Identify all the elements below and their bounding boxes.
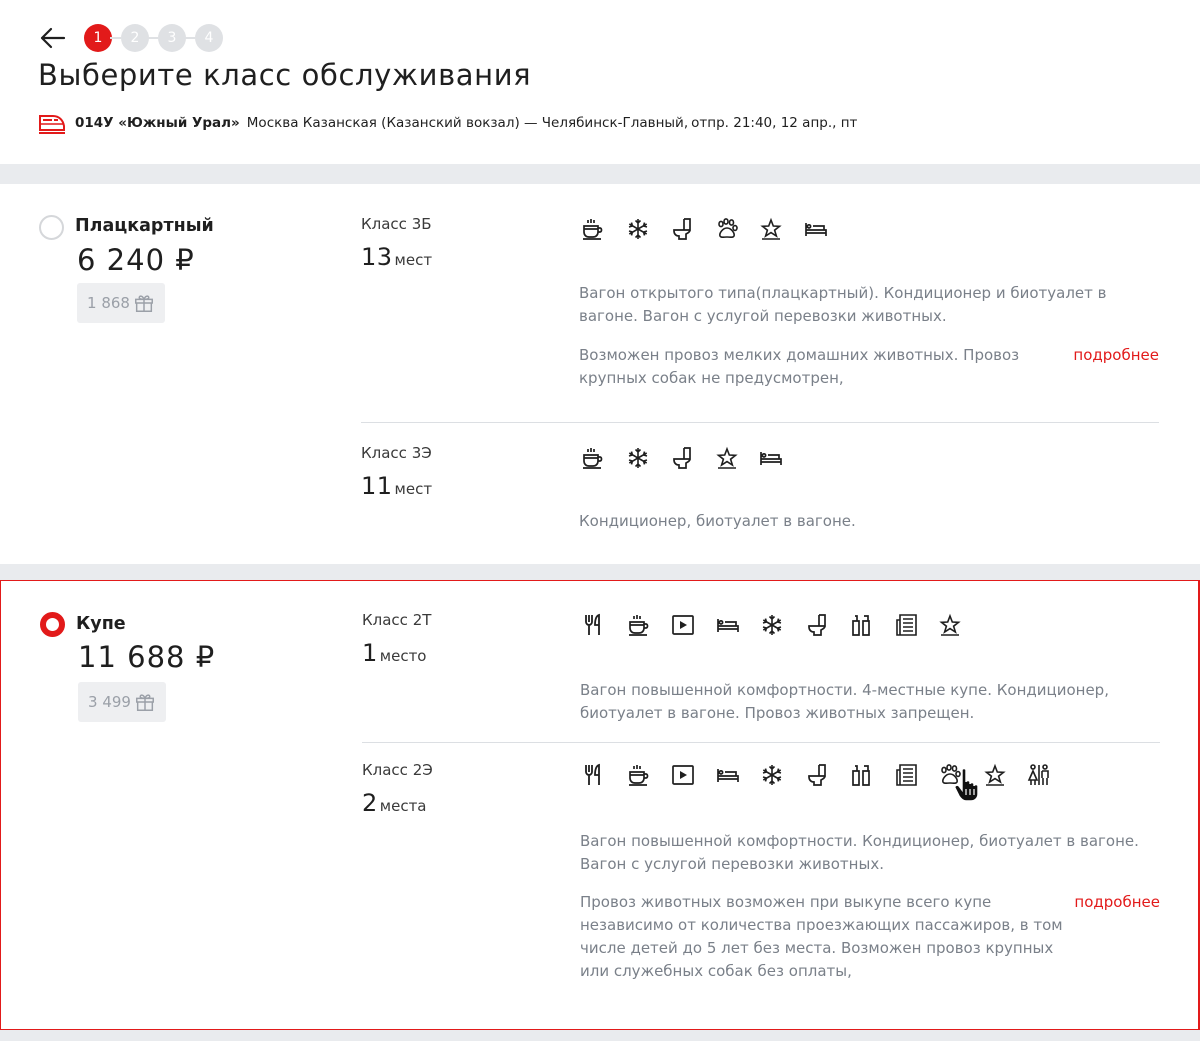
seat-count-unit: места [379,797,427,815]
class-radio-platskart[interactable] [39,215,64,240]
seat-count: 1 место [362,639,427,667]
bed-icon [802,215,830,243]
seat-count-unit: место [379,647,427,665]
train-icon [39,115,65,134]
class-price: 6 240 ₽ [77,243,195,277]
seat-count: 11 мест [361,472,432,500]
class-name: Купе [76,614,126,634]
step-2: 2 [110,24,149,52]
class-card-platskart[interactable]: Плацкартный 6 240 ₽ 1 868 Класс 3Б 13 мес… [0,184,1200,564]
step-indicator: 1 2 3 4 [84,24,232,52]
car-description: Кондиционер, биотуалет в вагоне. [579,512,856,530]
star-icon [981,761,1009,789]
amenity-icons [579,444,802,472]
step-4: 4 [184,24,223,52]
car-option-3b[interactable]: Класс 3Б 13 мест Вагон открытого типа(пла… [361,215,1159,425]
class-radio-kupe[interactable] [40,612,65,637]
section-separator [0,1030,1200,1041]
seat-count-number: 1 [362,639,378,667]
step-3: 3 [147,24,186,52]
seat-count-number: 2 [362,789,378,817]
amenity-icons [580,761,1070,789]
toilet-icon [668,444,696,472]
seat-count: 13 мест [361,243,432,271]
step-1: 1 [84,24,112,52]
car-option-2t[interactable]: Класс 2Т 1 место Вагон повышенной комфорт… [362,611,1160,741]
coffee-icon [579,444,607,472]
class-name: Плацкартный [75,216,214,236]
seat-count-number: 11 [361,472,393,500]
bed-icon [714,611,742,639]
page-title: Выберите класс обслуживания [38,58,532,92]
bonus-value: 1 868 [87,294,130,312]
gender-compartment-icon [1025,761,1053,789]
train-route: Москва Казанская (Казанский вокзал) — Че… [246,115,689,131]
train-number: 014У «Южный Урал» [75,115,240,131]
food-icon [580,611,608,639]
star-icon [936,611,964,639]
seat-count-unit: мест [394,480,433,498]
amenity-icons [580,611,981,639]
car-description: Вагон открытого типа(плацкартный). Конди… [579,284,1107,325]
car-description: Вагон повышенной комфортности. 4-местные… [580,681,1109,722]
food-icon [580,761,608,789]
class-card-kupe[interactable]: Купе 11 688 ₽ 3 499 Класс 2Т 1 место Ваго… [0,580,1200,1030]
video-icon [669,611,697,639]
bonus-points: 3 499 [78,682,166,722]
bed-icon [714,761,742,789]
gift-icon [134,691,156,713]
bonus-points: 1 868 [77,283,165,323]
car-option-2e[interactable]: Класс 2Э 2 места Вагон повышенной комфорт… [362,761,1160,1001]
section-separator [0,564,1200,580]
star-icon [757,215,785,243]
car-divider [362,742,1160,743]
coffee-icon [625,761,653,789]
car-option-3e[interactable]: Класс 3Э 11 мест Кондиционер, биотуалет в… [361,444,1159,544]
star-icon [713,444,741,472]
train-info: 014У «Южный Урал» Москва Казанская (Каза… [38,112,857,134]
coffee-icon [625,611,653,639]
snowflake-icon [624,444,652,472]
gift-icon [133,292,155,314]
car-divider [361,422,1159,423]
hand-cursor-icon [954,767,979,802]
paw-icon [713,215,741,243]
seat-count-unit: мест [394,251,433,269]
class-price: 11 688 ₽ [78,640,216,674]
amenity-icons [579,215,846,243]
toilet-icon [803,611,831,639]
coffee-icon [579,215,607,243]
video-icon [669,761,697,789]
snowflake-icon [758,611,786,639]
car-class-label: Класс 3Э [361,444,432,462]
pet-policy-note: Провоз животных возможен при выкупе всег… [580,893,1063,980]
section-separator [0,164,1200,184]
newspaper-icon [892,611,920,639]
more-details-link[interactable]: подробнее [1073,344,1159,367]
snowflake-icon [758,761,786,789]
toilet-icon [668,215,696,243]
bed-icon [757,444,785,472]
car-class-label: Класс 2Т [362,611,432,629]
seat-count-number: 13 [361,243,393,271]
snowflake-icon [624,215,652,243]
toilet-icon [803,761,831,789]
bonus-value: 3 499 [88,693,131,711]
car-class-label: Класс 3Б [361,215,432,233]
back-arrow-icon[interactable] [38,24,68,52]
train-departure: отпр. 21:40, 12 апр., пт [691,115,858,131]
hygiene-kit-icon [847,611,875,639]
pet-policy-note: Возможен провоз мелких домашних животных… [579,346,1020,387]
car-class-label: Класс 2Э [362,761,433,779]
seat-count: 2 места [362,789,427,817]
car-description: Вагон повышенной комфортности. Кондицион… [580,832,1139,873]
newspaper-icon [892,761,920,789]
more-details-link[interactable]: подробнее [1074,891,1160,914]
hygiene-kit-icon [847,761,875,789]
